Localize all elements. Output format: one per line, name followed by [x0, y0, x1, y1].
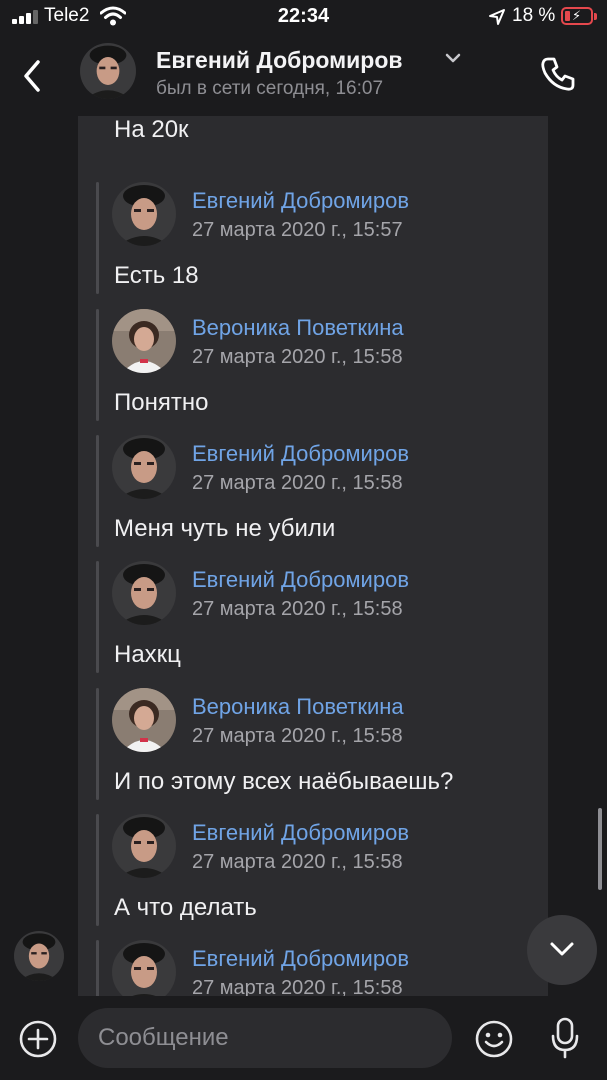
message-text: Есть 18 — [114, 262, 199, 289]
forward-quote-bar — [96, 814, 99, 926]
message-text: На 20к — [114, 116, 189, 143]
message-input[interactable] — [78, 1008, 452, 1068]
forwarded-message[interactable]: Евгений Добромиров 27 марта 2020 г., 15:5… — [96, 940, 536, 996]
author-avatar[interactable] — [112, 561, 176, 625]
message-text: Понятно — [114, 389, 209, 416]
message-text: Меня чуть не убили — [114, 515, 336, 542]
forward-quote-bar — [96, 309, 99, 421]
message-date: 27 марта 2020 г., 15:58 — [192, 851, 403, 873]
battery-charging-icon: ⚡ — [561, 7, 597, 25]
message-date: 27 марта 2020 г., 15:58 — [192, 598, 403, 620]
microphone-icon[interactable] — [550, 1016, 580, 1060]
message-date: 27 марта 2020 г., 15:57 — [192, 219, 403, 241]
author-avatar[interactable] — [112, 435, 176, 499]
scroll-down-button[interactable] — [527, 915, 597, 985]
author-avatar[interactable] — [112, 814, 176, 878]
contact-last-seen: был в сети сегодня, 16:07 — [156, 78, 384, 99]
chat-header: Евгений Добромиров был в сети сегодня, 1… — [0, 36, 607, 116]
message-author[interactable]: Евгений Добромиров — [192, 441, 409, 467]
chevron-down-icon[interactable] — [443, 52, 463, 64]
message-author[interactable]: Евгений Добромиров — [192, 567, 409, 593]
message-text: А что делать — [114, 894, 257, 921]
phone-icon[interactable] — [538, 54, 578, 94]
battery-percent: 18 % — [512, 5, 556, 26]
forward-quote-bar — [96, 940, 99, 996]
author-avatar[interactable] — [112, 182, 176, 246]
message-date: 27 марта 2020 г., 15:58 — [192, 977, 403, 996]
message-author[interactable]: Евгений Добромиров — [192, 188, 409, 214]
contact-avatar[interactable] — [80, 43, 136, 99]
message-composer — [0, 996, 607, 1080]
forward-quote-bar — [96, 435, 99, 547]
forwarded-message[interactable]: Евгений Добромиров 27 марта 2020 г., 15:5… — [96, 435, 536, 547]
forward-quote-bar — [96, 688, 99, 800]
forward-quote-bar — [96, 182, 99, 294]
message-date: 27 марта 2020 г., 15:58 — [192, 472, 403, 494]
message-text: Нахкц — [114, 641, 181, 668]
message-author[interactable]: Вероника Поветкина — [192, 694, 404, 720]
author-avatar[interactable] — [112, 688, 176, 752]
forwarded-message[interactable]: Евгений Добромиров 27 марта 2020 г., 15:5… — [96, 182, 536, 294]
forwarded-messages-bubble[interactable]: На 20к Евгений Добромиров 27 марта 2020 г.… — [78, 116, 548, 996]
back-chevron-icon[interactable] — [18, 56, 46, 96]
status-bar: Tele2 22:34 18 % ⚡ — [0, 0, 607, 36]
author-avatar[interactable] — [112, 940, 176, 996]
forwarded-message[interactable]: Вероника Поветкина 27 марта 2020 г., 15:5… — [96, 309, 536, 421]
message-date: 27 марта 2020 г., 15:58 — [192, 725, 403, 747]
author-avatar[interactable] — [112, 309, 176, 373]
sender-avatar[interactable] — [14, 931, 64, 981]
message-author[interactable]: Евгений Добромиров — [192, 946, 409, 972]
location-arrow-icon — [489, 9, 505, 25]
chat-area[interactable]: На 20к Евгений Добромиров 27 марта 2020 г.… — [0, 116, 607, 1010]
message-text: И по этому всех наёбываешь? — [114, 768, 454, 795]
forwarded-message[interactable]: Вероника Поветкина 27 марта 2020 г., 15:5… — [96, 688, 536, 800]
add-icon[interactable] — [18, 1019, 58, 1059]
forwarded-message[interactable]: Евгений Добромиров 27 марта 2020 г., 15:5… — [96, 814, 536, 926]
emoji-icon[interactable] — [474, 1019, 514, 1059]
forward-quote-bar — [96, 561, 99, 673]
message-author[interactable]: Вероника Поветкина — [192, 315, 404, 341]
forwarded-message[interactable]: Евгений Добромиров 27 марта 2020 г., 15:5… — [96, 561, 536, 673]
scroll-indicator[interactable] — [598, 808, 602, 890]
chevron-down-icon — [550, 942, 574, 956]
contact-name[interactable]: Евгений Добромиров — [156, 47, 403, 74]
message-date: 27 марта 2020 г., 15:58 — [192, 346, 403, 368]
message-author[interactable]: Евгений Добромиров — [192, 820, 409, 846]
